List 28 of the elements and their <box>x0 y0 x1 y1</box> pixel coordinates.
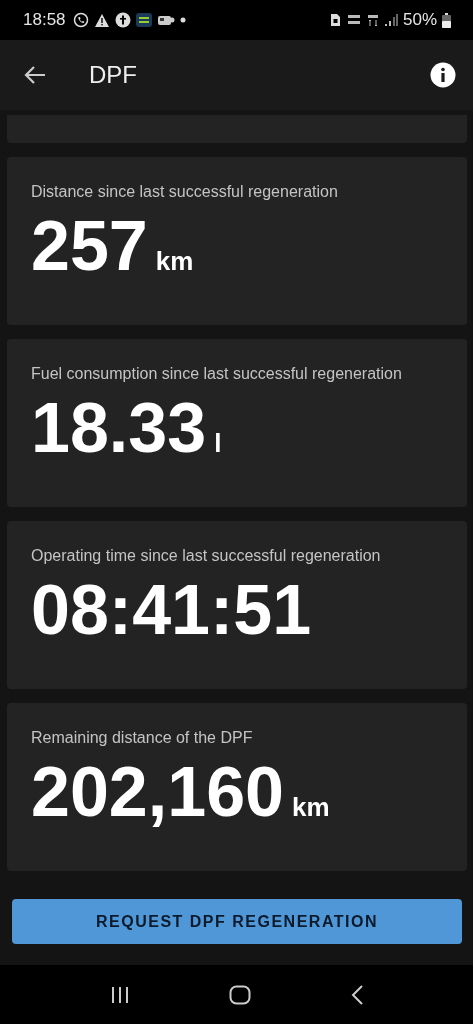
metric-label: Operating time since last successful regeneration <box>31 547 382 565</box>
warning-icon <box>93 12 110 28</box>
sim-icon <box>329 13 341 27</box>
signal-icon <box>383 13 398 27</box>
metric-unit: l <box>214 428 222 459</box>
metric-label: Fuel consumption since last successful regeneration <box>31 365 403 383</box>
metric-label: Remaining distance of the DPF <box>31 729 254 747</box>
request-regeneration-button[interactable]: REQUEST DPF REGENERATION <box>12 899 462 944</box>
metric-value: 08:41:51 <box>31 575 312 645</box>
dot-icon <box>179 17 186 23</box>
battery-icon <box>442 12 451 28</box>
metric-unit: km <box>155 246 194 277</box>
metric-value: 202,160 <box>31 757 285 827</box>
recent-apps-icon[interactable] <box>109 985 130 1004</box>
metric-label: Distance since last successful regeneration <box>31 183 339 201</box>
back-arrow-icon[interactable] <box>24 65 46 85</box>
status-time: 18:58 <box>23 10 66 30</box>
screen-title: DPF <box>89 61 137 89</box>
app-icon <box>114 12 131 28</box>
metric-value: 18.33 <box>31 393 207 463</box>
back-icon[interactable] <box>349 983 364 1006</box>
battery-percent: 50% <box>402 10 437 30</box>
phone-icon <box>72 12 89 28</box>
info-icon[interactable] <box>430 62 456 88</box>
metric-value: 257 <box>31 211 148 281</box>
metric-unit: km <box>292 792 330 823</box>
home-icon[interactable] <box>228 984 251 1005</box>
app-icon <box>135 13 152 27</box>
